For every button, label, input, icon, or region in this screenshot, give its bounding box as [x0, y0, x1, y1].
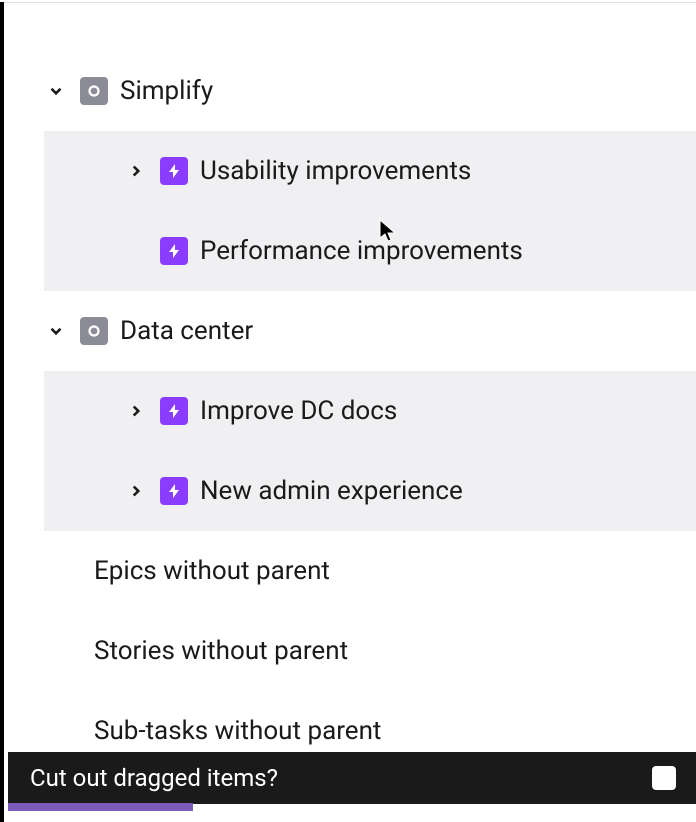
tree-item-usability[interactable]: Usability improvements [44, 131, 696, 211]
children-group-datacenter: Improve DC docs New admin experience [44, 371, 696, 531]
chevron-down-icon[interactable] [44, 319, 68, 343]
prompt-text: Cut out dragged items? [30, 764, 278, 792]
chevron-right-icon[interactable] [124, 159, 148, 183]
tree-item-label: New admin experience [200, 476, 463, 506]
prompt-bar: Cut out dragged items? [8, 752, 696, 804]
tree-item-newadmin[interactable]: New admin experience [44, 451, 696, 531]
chevron-right-icon[interactable] [124, 399, 148, 423]
tree-item-label: Data center [120, 316, 253, 346]
tree-item-simplify[interactable]: Simplify [4, 51, 696, 131]
tree-item-performance[interactable]: Performance improvements [44, 211, 696, 291]
tree-item-label: Improve DC docs [200, 396, 397, 426]
tree-item-improvedocs[interactable]: Improve DC docs [44, 371, 696, 451]
orphan-label: Epics without parent [94, 556, 330, 586]
prompt-checkbox[interactable] [652, 766, 676, 790]
initiative-icon [80, 77, 108, 105]
tree-item-datacenter[interactable]: Data center [4, 291, 696, 371]
issue-tree: Simplify Usability improvements Performa… [4, 2, 696, 771]
chevron-right-icon[interactable] [124, 479, 148, 503]
progress-accent [8, 803, 193, 811]
tree-item-label: Performance improvements [200, 236, 523, 266]
orphan-epics[interactable]: Epics without parent [4, 531, 696, 611]
children-group-simplify: Usability improvements Performance impro… [44, 131, 696, 291]
chevron-down-icon[interactable] [44, 79, 68, 103]
initiative-icon [80, 317, 108, 345]
tree-item-label: Usability improvements [200, 156, 471, 186]
orphan-label: Sub-tasks without parent [94, 716, 381, 746]
epic-icon [160, 157, 188, 185]
epic-icon [160, 237, 188, 265]
tree-item-label: Simplify [120, 76, 213, 106]
orphan-stories[interactable]: Stories without parent [4, 611, 696, 691]
epic-icon [160, 397, 188, 425]
epic-icon [160, 477, 188, 505]
orphan-label: Stories without parent [94, 636, 348, 666]
